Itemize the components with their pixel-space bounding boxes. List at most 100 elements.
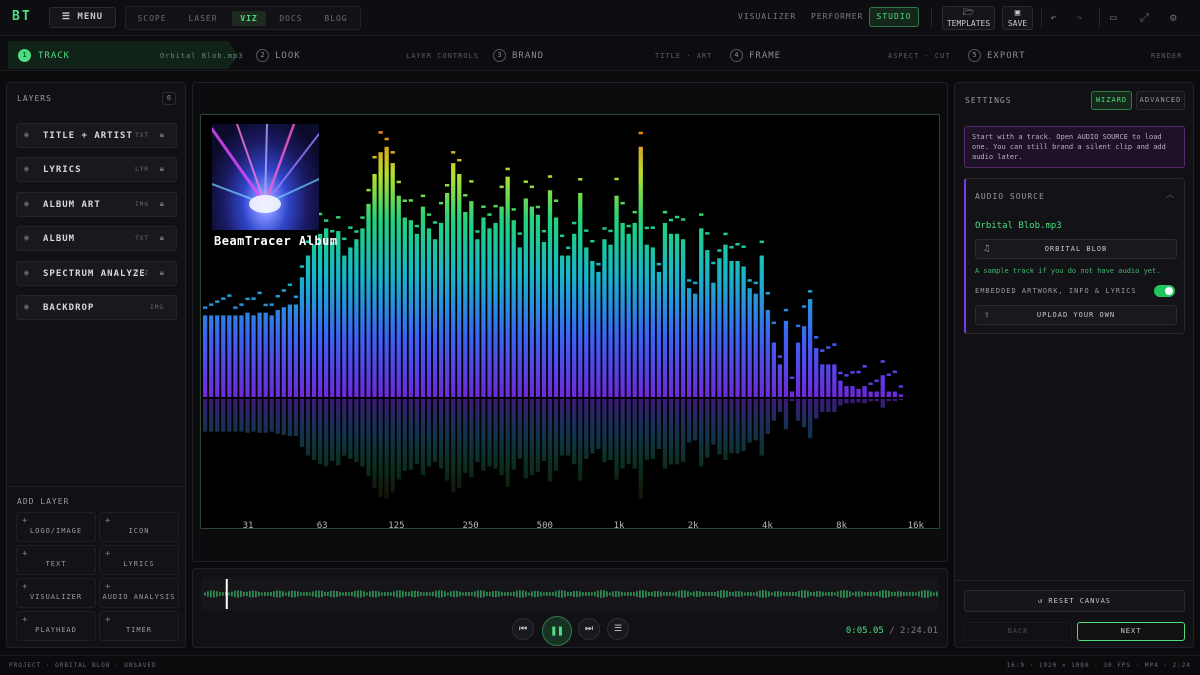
layer-row-spectrum[interactable]: ◉ SPECTRUM ANALYZE VIZ 🔒︎: [16, 261, 177, 286]
spectrum-bar: [239, 315, 244, 397]
upload-button[interactable]: ⇪ UPLOAD YOUR OWN: [975, 305, 1177, 325]
lock-icon[interactable]: 🔒︎: [160, 268, 164, 278]
spectrum-peak: [426, 213, 432, 216]
spectrum-peak: [390, 151, 395, 154]
eye-icon[interactable]: ◉: [24, 233, 29, 242]
back-button[interactable]: BACK: [964, 622, 1072, 641]
spectrum-bar: [541, 241, 547, 397]
step-label-frame[interactable]: FRAME: [749, 51, 781, 61]
plus-icon: +: [22, 516, 28, 526]
add-timer-button[interactable]: + TIMER: [99, 611, 179, 641]
gear-icon[interactable]: ⚙: [1170, 11, 1177, 24]
mode-tab-scope[interactable]: SCOPE: [132, 11, 172, 26]
embedded-toggle[interactable]: [1154, 285, 1175, 297]
menu-button[interactable]: ☰ MENU: [49, 7, 116, 28]
waveform-bar: [819, 591, 821, 597]
step-number: 1: [18, 49, 31, 62]
waveform-bar: [876, 591, 878, 597]
fullscreen-icon[interactable]: ⤢: [1140, 11, 1149, 25]
layer-type-tag: TXT: [135, 235, 149, 242]
eye-icon[interactable]: ◉: [24, 130, 29, 139]
mode-tab-viz[interactable]: VIZ: [232, 11, 266, 26]
lock-icon[interactable]: 🔒︎: [160, 164, 164, 174]
chat-icon[interactable]: ▭: [1110, 11, 1117, 24]
spectrum-peak: [705, 232, 710, 235]
waveform-bar: [552, 592, 554, 596]
eye-icon[interactable]: ◉: [24, 164, 29, 173]
layer-row-album-art[interactable]: ◉ ALBUM ART IMG 🔒︎: [16, 192, 177, 217]
add-lyrics-button[interactable]: + LYRICS: [99, 545, 179, 575]
reset-canvas-button[interactable]: ↺ RESET CANVAS: [964, 590, 1185, 612]
view-performer[interactable]: PERFORMER: [811, 12, 863, 21]
wizard-toggle[interactable]: WIZARD: [1091, 91, 1132, 110]
waveform-scrubber[interactable]: [201, 577, 939, 611]
spectrum-bar: [511, 220, 516, 397]
chevron-up-icon[interactable]: ︿: [1166, 189, 1174, 200]
preview-canvas[interactable]: 31 63 125 250 500 1k 2k 4k 8k 16k BeamTracer Albu…: [200, 114, 940, 529]
spectrum-reflection: [735, 399, 740, 454]
add-icon-button[interactable]: + ICON: [99, 512, 179, 542]
advanced-toggle[interactable]: ADVANCED: [1136, 91, 1185, 110]
spectrum-peak: [414, 224, 420, 228]
spectrum-bar: [499, 206, 504, 397]
spectrum-reflection: [366, 399, 371, 477]
playhead-marker[interactable]: [225, 579, 228, 609]
spectrum-reflection: [566, 399, 571, 456]
spectrum-reflection: [892, 399, 897, 402]
eye-icon[interactable]: ◉: [24, 199, 29, 208]
audio-source-title[interactable]: AUDIO SOURCE: [975, 192, 1045, 201]
mixer-icon[interactable]: ☰: [607, 618, 629, 640]
spectrum-reflection: [215, 399, 220, 432]
add-visualizer-button[interactable]: + VISUALIZER: [16, 578, 96, 608]
next-button[interactable]: NEXT: [1077, 622, 1185, 641]
spectrum-reflection: [432, 399, 438, 463]
add-audio-analysis-button[interactable]: + AUDIO ANALYSIS: [99, 578, 179, 608]
frequency-label: 4k: [762, 521, 773, 529]
layer-row-backdrop[interactable]: ◉ BACKDROP IMG: [16, 295, 177, 320]
waveform-bar: [894, 591, 896, 597]
step-label-track[interactable]: TRACK: [38, 51, 70, 61]
mode-tab-blog[interactable]: BLOG: [316, 11, 356, 26]
lock-icon[interactable]: 🔒︎: [160, 233, 164, 243]
step-label-brand[interactable]: BRAND: [512, 51, 544, 61]
waveform-bar: [669, 591, 671, 597]
undo-icon[interactable]: ↶: [1050, 11, 1057, 24]
waveform-graphic: [204, 579, 938, 609]
pause-button[interactable]: ❚❚: [542, 616, 572, 646]
layer-row-lyrics[interactable]: ◉ LYRICS LYR 🔒︎: [16, 157, 177, 182]
spectrum-reflection: [227, 399, 232, 432]
spectrum-peak: [699, 213, 704, 216]
sample-track-button[interactable]: ♫ ORBITAL BLOB: [975, 239, 1177, 259]
mode-tab-docs[interactable]: DOCS: [271, 11, 311, 26]
save-button[interactable]: ▣ SAVE: [1002, 6, 1033, 30]
step-label-look[interactable]: LOOK: [275, 51, 301, 61]
spectrum-bar: [777, 364, 783, 397]
spectrum-peak: [553, 199, 559, 202]
skip-back-icon[interactable]: ⏮: [512, 618, 534, 640]
spectrum-reflection: [336, 399, 341, 466]
redo-icon[interactable]: ↷: [1076, 11, 1083, 24]
album-art-image[interactable]: [210, 122, 320, 230]
add-logo-image-button[interactable]: + LOGO/IMAGE: [16, 512, 96, 542]
eye-icon[interactable]: ◉: [24, 302, 29, 311]
lock-icon[interactable]: 🔒︎: [160, 199, 164, 209]
step-label-export[interactable]: EXPORT: [987, 51, 1026, 61]
layer-row-title-artist[interactable]: ◉ TITLE + ARTIST TXT 🔒︎: [16, 123, 177, 148]
add-text-button[interactable]: + TEXT: [16, 545, 96, 575]
spectrum-bar: [626, 233, 631, 397]
spectrum-bar: [299, 277, 305, 397]
eye-icon[interactable]: ◉: [24, 268, 29, 277]
waveform-bar: [465, 592, 467, 596]
waveform-bar: [921, 590, 923, 598]
waveform-bar: [471, 592, 473, 596]
mode-tab-laser[interactable]: LASER: [178, 11, 228, 26]
lock-icon[interactable]: 🔒︎: [160, 130, 164, 140]
add-playhead-button[interactable]: + PLAYHEAD: [16, 611, 96, 641]
skip-forward-icon[interactable]: ⏭: [578, 618, 600, 640]
templates-button[interactable]: 🗁 TEMPLATES: [942, 6, 995, 30]
spectrum-peak: [475, 230, 480, 233]
waveform-bar: [777, 591, 779, 597]
layer-row-album[interactable]: ◉ ALBUM TXT 🔒︎: [16, 226, 177, 251]
view-studio[interactable]: STUDIO: [869, 7, 919, 27]
view-visualizer[interactable]: VISUALIZER: [738, 12, 796, 21]
